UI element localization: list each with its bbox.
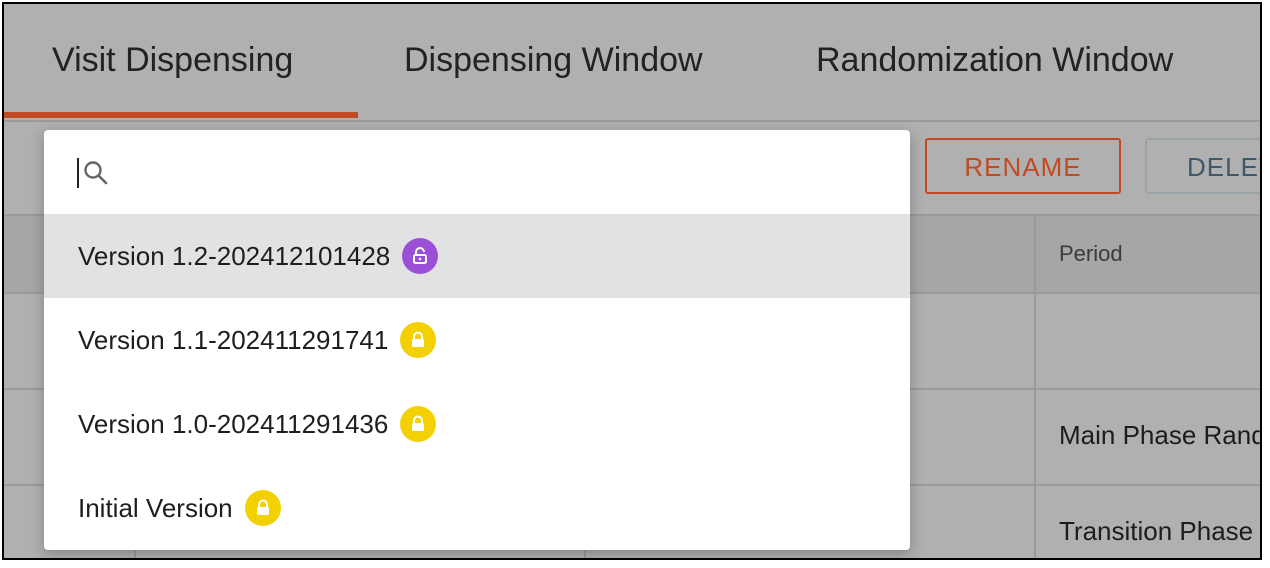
version-option[interactable]: Initial Version xyxy=(44,466,910,550)
version-option-label: Initial Version xyxy=(78,492,233,523)
search-row xyxy=(44,130,910,214)
column-header-period[interactable]: Period xyxy=(1059,216,1123,292)
tab-divider xyxy=(4,120,1260,122)
tab-visit-dispensing[interactable]: Visit Dispensing xyxy=(52,4,293,120)
version-option-label: Version 1.2-202412101428 xyxy=(78,240,391,271)
lock-icon xyxy=(400,406,437,442)
version-option[interactable]: Version 1.0-202411291436 xyxy=(44,382,910,466)
delete-button[interactable]: DELETE xyxy=(1145,138,1260,194)
text-cursor xyxy=(77,158,79,188)
tab-dispensing-window[interactable]: Dispensing Window xyxy=(404,4,703,120)
lock-icon xyxy=(400,322,437,358)
tab-randomization-window[interactable]: Randomization Window xyxy=(816,4,1173,120)
table-cell-period: Main Phase Randomization xyxy=(1059,420,1260,450)
rename-button[interactable]: RENAME xyxy=(925,138,1121,194)
version-option-label: Version 1.1-202411291741 xyxy=(78,324,389,355)
version-option-label: Version 1.0-202411291436 xyxy=(78,408,389,439)
lock-icon xyxy=(244,490,281,526)
active-tab-indicator xyxy=(4,112,358,118)
tab-bar: Visit Dispensing Dispensing Window Rando… xyxy=(4,4,1260,120)
search-icon xyxy=(82,159,110,187)
version-dropdown-menu: Version 1.2-202412101428 Version 1.1-202… xyxy=(44,130,910,550)
version-option[interactable]: Version 1.2-202412101428 xyxy=(44,214,910,298)
app-window: Visit Dispensing Dispensing Window Rando… xyxy=(2,2,1262,560)
unlock-icon xyxy=(402,238,439,274)
table-cell-period: Transition Phase xyxy=(1059,516,1254,546)
search-input[interactable] xyxy=(114,150,878,196)
version-option[interactable]: Version 1.1-202411291741 xyxy=(44,298,910,382)
table-column-divider xyxy=(1034,216,1036,558)
